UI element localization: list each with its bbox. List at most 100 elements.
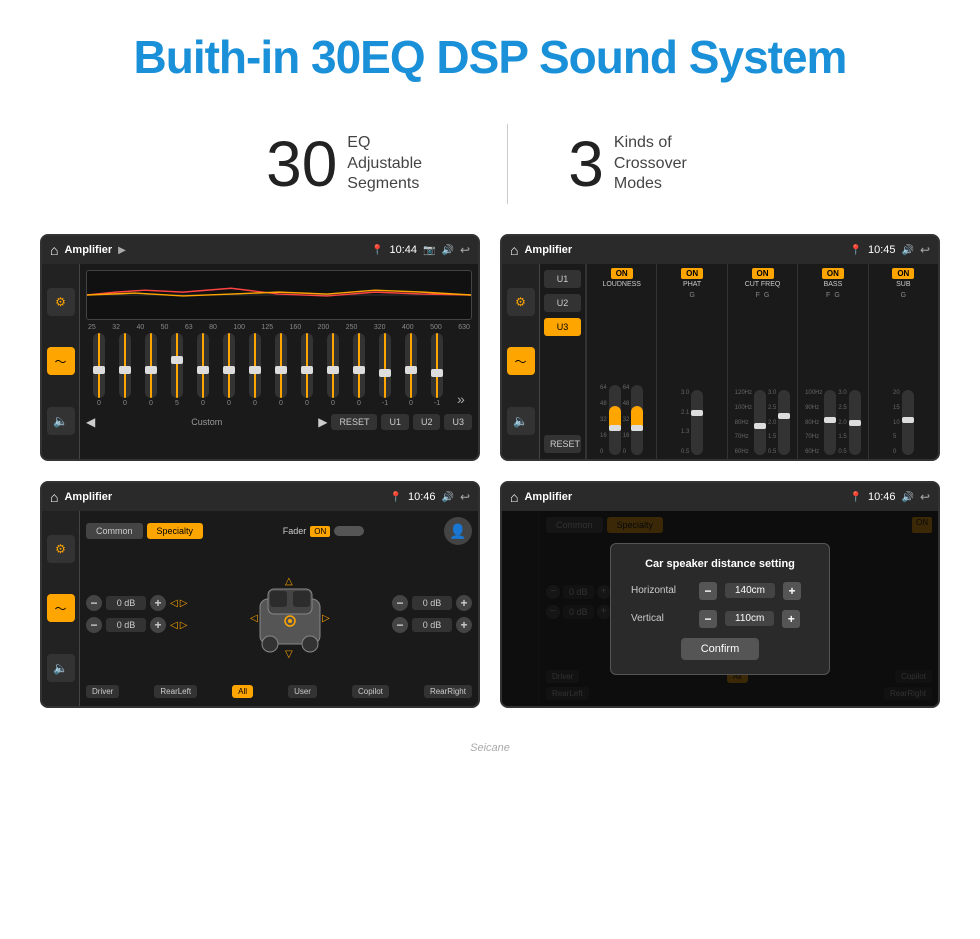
copilot-btn[interactable]: Copilot xyxy=(352,685,389,698)
stats-row: 30 EQ Adjustable Segments 3 Kinds of Cro… xyxy=(0,104,980,234)
home-icon[interactable]: ⌂ xyxy=(50,242,58,258)
speaker-icon-bl2: ▷ xyxy=(180,620,188,631)
eq-settings-btn[interactable]: ⚙ xyxy=(47,288,75,316)
slider-9[interactable]: 0 xyxy=(301,333,313,407)
eq-bottom-bar: ◀ Custom ▶ RESET U1 U2 U3 xyxy=(86,411,472,433)
u3-btn[interactable]: U3 xyxy=(444,414,472,430)
rearright-btn[interactable]: RearRight xyxy=(424,685,472,698)
home-icon3[interactable]: ⌂ xyxy=(50,489,58,505)
slider-13[interactable]: 0 xyxy=(405,333,417,407)
distance-dialog: Car speaker distance setting Horizontal … xyxy=(610,543,830,675)
slider-11[interactable]: 0 xyxy=(353,333,365,407)
vol-row-tr: − 0 dB + xyxy=(392,595,472,611)
driver-btn[interactable]: Driver xyxy=(86,685,119,698)
horizontal-plus-btn[interactable]: + xyxy=(783,582,801,600)
eq-stat: 30 EQ Adjustable Segments xyxy=(206,132,507,196)
eq-volume-btn[interactable]: 🔈 xyxy=(47,407,75,435)
eq-number: 30 xyxy=(266,132,337,196)
home-icon2[interactable]: ⌂ xyxy=(510,242,518,258)
screen4-status-bar: ⌂ Amplifier 📍 10:46 🔊 ↩ xyxy=(502,483,938,511)
fader-slider[interactable] xyxy=(334,526,364,536)
reset-preset-btn[interactable]: RESET xyxy=(544,435,581,453)
preset-panel: U1 U2 U3 RESET xyxy=(540,264,586,459)
cross-wave-btn[interactable]: 〜 xyxy=(507,347,535,375)
screen2-side: ⚙ 〜 🔈 xyxy=(502,264,540,459)
confirm-button[interactable]: Confirm xyxy=(681,638,760,660)
reset-btn[interactable]: RESET xyxy=(331,414,377,430)
rearleft-btn[interactable]: RearLeft xyxy=(154,685,197,698)
slider-8[interactable]: 0 xyxy=(275,333,287,407)
eq-label: EQ Adjustable Segments xyxy=(347,133,447,195)
slider-6[interactable]: 0 xyxy=(223,333,235,407)
slider-2[interactable]: 0 xyxy=(119,333,131,407)
u2-btn[interactable]: U2 xyxy=(413,414,441,430)
vol-plus-br[interactable]: + xyxy=(456,617,472,633)
prev-btn[interactable]: ◀ xyxy=(86,415,95,429)
screen1-status-bar: ⌂ Amplifier ▶ 📍 10:44 📷 🔊 ↩ xyxy=(42,236,478,264)
vol-val-bl: 0 dB xyxy=(106,618,146,632)
all-btn[interactable]: All xyxy=(232,685,253,698)
slider-5[interactable]: 0 xyxy=(197,333,209,407)
dialog-overlay: Car speaker distance setting Horizontal … xyxy=(502,511,938,706)
camera-icon: 📷 xyxy=(423,245,435,256)
vol-minus-bl[interactable]: − xyxy=(86,617,102,633)
volume-icon3: 🔊 xyxy=(441,492,453,503)
vol-minus-tr[interactable]: − xyxy=(392,595,408,611)
cross-volume-btn[interactable]: 🔈 xyxy=(507,407,535,435)
play-btn[interactable]: ▶ xyxy=(318,415,327,429)
vol-plus-bl[interactable]: + xyxy=(150,617,166,633)
crossover-stat: 3 Kinds of Crossover Modes xyxy=(508,132,774,196)
home-icon4[interactable]: ⌂ xyxy=(510,489,518,505)
slider-14[interactable]: -1 xyxy=(431,333,443,407)
back-icon[interactable]: ↩ xyxy=(460,243,470,257)
slider-3[interactable]: 0 xyxy=(145,333,157,407)
crossover-number: 3 xyxy=(568,132,604,196)
screen2-crossover: ⌂ Amplifier 📍 10:45 🔊 ↩ ⚙ 〜 🔈 U1 U2 U3 xyxy=(500,234,940,461)
spec-wave-btn[interactable]: 〜 xyxy=(47,594,75,622)
screens-grid: ⌂ Amplifier ▶ 📍 10:44 📷 🔊 ↩ ⚙ 〜 🔈 xyxy=(0,234,980,738)
spec-main-area: Common Specialty Fader ON 👤 − xyxy=(80,511,478,706)
screen1-side-panel: ⚙ 〜 🔈 xyxy=(42,264,80,459)
slider-10[interactable]: 0 xyxy=(327,333,339,407)
eq-freq-labels: 25 32 40 50 63 80 100 125 160 200 250 32… xyxy=(86,324,472,331)
vol-minus-br[interactable]: − xyxy=(392,617,408,633)
vertical-plus-btn[interactable]: + xyxy=(782,610,800,628)
slider-expand[interactable]: » xyxy=(457,391,465,407)
back-icon2[interactable]: ↩ xyxy=(920,243,930,257)
vol-plus-tr[interactable]: + xyxy=(456,595,472,611)
eq-wave-btn[interactable]: 〜 xyxy=(47,347,75,375)
screen1-eq: ⌂ Amplifier ▶ 📍 10:44 📷 🔊 ↩ ⚙ 〜 🔈 xyxy=(40,234,480,461)
u3-preset-btn[interactable]: U3 xyxy=(544,318,581,336)
screen1-play-icon: ▶ xyxy=(118,245,126,256)
specialty-tab[interactable]: Specialty xyxy=(147,523,204,539)
vol-minus-tl[interactable]: − xyxy=(86,595,102,611)
svg-text:▷: ▷ xyxy=(322,613,330,624)
slider-12[interactable]: -1 xyxy=(379,333,391,407)
u1-preset-btn[interactable]: U1 xyxy=(544,270,581,288)
common-tab[interactable]: Common xyxy=(86,523,143,539)
ch-phat: ON PHAT G 3.02.11.30.5 xyxy=(656,264,726,459)
horizontal-minus-btn[interactable]: − xyxy=(699,582,717,600)
slider-4[interactable]: 5 xyxy=(171,333,183,407)
spec-settings-btn[interactable]: ⚙ xyxy=(47,535,75,563)
eq-graph xyxy=(86,270,472,320)
slider-1[interactable]: 0 xyxy=(93,333,105,407)
user-btn[interactable]: User xyxy=(288,685,317,698)
back-icon4[interactable]: ↩ xyxy=(920,490,930,504)
u1-btn[interactable]: U1 xyxy=(381,414,409,430)
slider-7[interactable]: 0 xyxy=(249,333,261,407)
volume-icon: 🔊 xyxy=(441,245,453,256)
vol-plus-tl[interactable]: + xyxy=(150,595,166,611)
cross-settings-btn[interactable]: ⚙ xyxy=(507,288,535,316)
vertical-label: Vertical xyxy=(631,613,691,624)
profile-icon[interactable]: 👤 xyxy=(444,517,472,545)
location-icon: 📍 xyxy=(371,245,383,256)
u2-preset-btn[interactable]: U2 xyxy=(544,294,581,312)
vertical-minus-btn[interactable]: − xyxy=(699,610,717,628)
back-icon3[interactable]: ↩ xyxy=(460,490,470,504)
left-vol-controls: − 0 dB + ◁ ▷ − 0 dB + xyxy=(86,549,187,679)
spec-volume-btn[interactable]: 🔈 xyxy=(47,654,75,682)
fader-label: Fader xyxy=(283,526,307,536)
screen3-specialty: ⌂ Amplifier 📍 10:46 🔊 ↩ ⚙ 〜 🔈 Common xyxy=(40,481,480,708)
screen1-time: 10:44 xyxy=(390,244,418,256)
